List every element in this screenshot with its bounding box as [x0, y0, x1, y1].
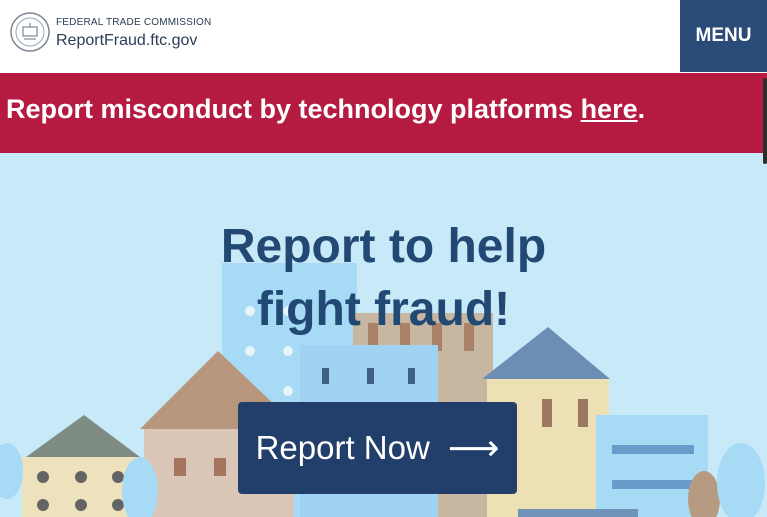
banner-period: .: [637, 94, 646, 124]
site-name[interactable]: ReportFraud.ftc.gov: [56, 32, 197, 50]
ftc-seal-icon[interactable]: [10, 12, 50, 52]
report-now-button[interactable]: Report Now ⟶: [238, 402, 517, 494]
hero-title-line-1: Report to help: [220, 220, 547, 273]
hero-title-line-2: fight fraud!: [256, 283, 511, 336]
banner-message: Report misconduct by technology platform…: [6, 94, 581, 124]
banner-here-link[interactable]: here: [581, 94, 638, 124]
hero-title: Report to help fight fraud!: [0, 215, 767, 341]
alert-banner: Report misconduct by technology platform…: [0, 73, 767, 153]
site-header: FEDERAL TRADE COMMISSION ReportFraud.ftc…: [0, 0, 767, 73]
report-now-label: Report Now: [255, 429, 430, 466]
banner-text: Report misconduct by technology platform…: [6, 94, 645, 125]
menu-button[interactable]: MENU: [680, 0, 767, 72]
hero-section: Report to help fight fraud! Report Now ⟶: [0, 153, 767, 517]
agency-name: FEDERAL TRADE COMMISSION: [56, 17, 212, 28]
scrollbar-thumb[interactable]: [763, 78, 767, 164]
arrow-right-icon: ⟶: [447, 427, 500, 468]
